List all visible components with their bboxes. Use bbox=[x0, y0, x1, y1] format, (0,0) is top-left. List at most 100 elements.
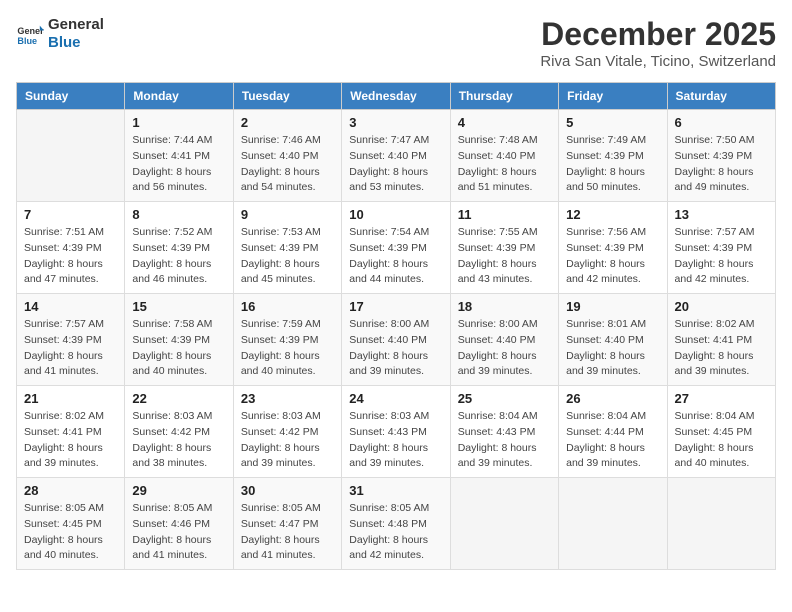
day-number: 11 bbox=[458, 207, 551, 222]
day-cell bbox=[17, 110, 125, 202]
day-cell bbox=[559, 478, 667, 570]
page-header: General Blue General Blue December 2025 … bbox=[16, 16, 776, 70]
calendar-table: SundayMondayTuesdayWednesdayThursdayFrid… bbox=[16, 82, 776, 570]
day-number: 26 bbox=[566, 391, 659, 406]
day-cell: 2 Sunrise: 7:46 AM Sunset: 4:40 PM Dayli… bbox=[233, 110, 341, 202]
day-info: Sunrise: 7:55 AM Sunset: 4:39 PM Dayligh… bbox=[458, 225, 551, 288]
logo: General Blue General Blue bbox=[16, 16, 104, 52]
day-number: 9 bbox=[241, 207, 334, 222]
logo-blue: Blue bbox=[48, 34, 104, 52]
day-info: Sunrise: 7:50 AM Sunset: 4:39 PM Dayligh… bbox=[675, 133, 768, 196]
day-number: 30 bbox=[241, 483, 334, 498]
week-row-3: 14 Sunrise: 7:57 AM Sunset: 4:39 PM Dayl… bbox=[17, 294, 776, 386]
day-cell: 3 Sunrise: 7:47 AM Sunset: 4:40 PM Dayli… bbox=[342, 110, 450, 202]
day-cell: 30 Sunrise: 8:05 AM Sunset: 4:47 PM Dayl… bbox=[233, 478, 341, 570]
day-info: Sunrise: 7:59 AM Sunset: 4:39 PM Dayligh… bbox=[241, 317, 334, 380]
day-info: Sunrise: 8:03 AM Sunset: 4:42 PM Dayligh… bbox=[132, 409, 225, 472]
day-number: 2 bbox=[241, 115, 334, 130]
day-cell: 4 Sunrise: 7:48 AM Sunset: 4:40 PM Dayli… bbox=[450, 110, 558, 202]
logo-general: General bbox=[48, 16, 104, 34]
day-number: 27 bbox=[675, 391, 768, 406]
dow-header-thursday: Thursday bbox=[450, 83, 558, 110]
day-number: 17 bbox=[349, 299, 442, 314]
day-number: 25 bbox=[458, 391, 551, 406]
day-info: Sunrise: 7:46 AM Sunset: 4:40 PM Dayligh… bbox=[241, 133, 334, 196]
day-number: 29 bbox=[132, 483, 225, 498]
day-cell: 24 Sunrise: 8:03 AM Sunset: 4:43 PM Dayl… bbox=[342, 386, 450, 478]
day-info: Sunrise: 8:03 AM Sunset: 4:42 PM Dayligh… bbox=[241, 409, 334, 472]
day-info: Sunrise: 8:00 AM Sunset: 4:40 PM Dayligh… bbox=[349, 317, 442, 380]
day-number: 13 bbox=[675, 207, 768, 222]
day-cell: 14 Sunrise: 7:57 AM Sunset: 4:39 PM Dayl… bbox=[17, 294, 125, 386]
day-number: 10 bbox=[349, 207, 442, 222]
day-cell: 28 Sunrise: 8:05 AM Sunset: 4:45 PM Dayl… bbox=[17, 478, 125, 570]
calendar-body: 1 Sunrise: 7:44 AM Sunset: 4:41 PM Dayli… bbox=[17, 110, 776, 570]
week-row-5: 28 Sunrise: 8:05 AM Sunset: 4:45 PM Dayl… bbox=[17, 478, 776, 570]
dow-header-friday: Friday bbox=[559, 83, 667, 110]
day-info: Sunrise: 8:02 AM Sunset: 4:41 PM Dayligh… bbox=[24, 409, 117, 472]
day-number: 12 bbox=[566, 207, 659, 222]
day-info: Sunrise: 8:04 AM Sunset: 4:44 PM Dayligh… bbox=[566, 409, 659, 472]
month-title: December 2025 bbox=[540, 16, 776, 53]
logo-icon: General Blue bbox=[16, 20, 44, 48]
day-cell: 25 Sunrise: 8:04 AM Sunset: 4:43 PM Dayl… bbox=[450, 386, 558, 478]
dow-header-tuesday: Tuesday bbox=[233, 83, 341, 110]
day-cell: 11 Sunrise: 7:55 AM Sunset: 4:39 PM Dayl… bbox=[450, 202, 558, 294]
dow-header-monday: Monday bbox=[125, 83, 233, 110]
day-cell: 10 Sunrise: 7:54 AM Sunset: 4:39 PM Dayl… bbox=[342, 202, 450, 294]
day-number: 28 bbox=[24, 483, 117, 498]
day-cell: 17 Sunrise: 8:00 AM Sunset: 4:40 PM Dayl… bbox=[342, 294, 450, 386]
day-info: Sunrise: 7:48 AM Sunset: 4:40 PM Dayligh… bbox=[458, 133, 551, 196]
day-cell: 13 Sunrise: 7:57 AM Sunset: 4:39 PM Dayl… bbox=[667, 202, 775, 294]
dow-header-sunday: Sunday bbox=[17, 83, 125, 110]
day-info: Sunrise: 7:54 AM Sunset: 4:39 PM Dayligh… bbox=[349, 225, 442, 288]
day-info: Sunrise: 7:53 AM Sunset: 4:39 PM Dayligh… bbox=[241, 225, 334, 288]
day-cell: 7 Sunrise: 7:51 AM Sunset: 4:39 PM Dayli… bbox=[17, 202, 125, 294]
day-info: Sunrise: 8:05 AM Sunset: 4:45 PM Dayligh… bbox=[24, 501, 117, 564]
day-number: 8 bbox=[132, 207, 225, 222]
day-cell: 9 Sunrise: 7:53 AM Sunset: 4:39 PM Dayli… bbox=[233, 202, 341, 294]
day-number: 22 bbox=[132, 391, 225, 406]
day-number: 31 bbox=[349, 483, 442, 498]
week-row-1: 1 Sunrise: 7:44 AM Sunset: 4:41 PM Dayli… bbox=[17, 110, 776, 202]
day-cell: 20 Sunrise: 8:02 AM Sunset: 4:41 PM Dayl… bbox=[667, 294, 775, 386]
day-cell: 31 Sunrise: 8:05 AM Sunset: 4:48 PM Dayl… bbox=[342, 478, 450, 570]
day-info: Sunrise: 7:56 AM Sunset: 4:39 PM Dayligh… bbox=[566, 225, 659, 288]
day-info: Sunrise: 7:57 AM Sunset: 4:39 PM Dayligh… bbox=[24, 317, 117, 380]
day-cell: 27 Sunrise: 8:04 AM Sunset: 4:45 PM Dayl… bbox=[667, 386, 775, 478]
day-number: 20 bbox=[675, 299, 768, 314]
day-info: Sunrise: 7:51 AM Sunset: 4:39 PM Dayligh… bbox=[24, 225, 117, 288]
day-cell: 19 Sunrise: 8:01 AM Sunset: 4:40 PM Dayl… bbox=[559, 294, 667, 386]
day-info: Sunrise: 7:58 AM Sunset: 4:39 PM Dayligh… bbox=[132, 317, 225, 380]
day-number: 6 bbox=[675, 115, 768, 130]
day-number: 15 bbox=[132, 299, 225, 314]
day-info: Sunrise: 8:05 AM Sunset: 4:48 PM Dayligh… bbox=[349, 501, 442, 564]
day-cell: 8 Sunrise: 7:52 AM Sunset: 4:39 PM Dayli… bbox=[125, 202, 233, 294]
day-info: Sunrise: 8:00 AM Sunset: 4:40 PM Dayligh… bbox=[458, 317, 551, 380]
day-cell: 23 Sunrise: 8:03 AM Sunset: 4:42 PM Dayl… bbox=[233, 386, 341, 478]
svg-text:Blue: Blue bbox=[17, 36, 37, 46]
day-info: Sunrise: 7:52 AM Sunset: 4:39 PM Dayligh… bbox=[132, 225, 225, 288]
week-row-2: 7 Sunrise: 7:51 AM Sunset: 4:39 PM Dayli… bbox=[17, 202, 776, 294]
dow-header-saturday: Saturday bbox=[667, 83, 775, 110]
day-info: Sunrise: 8:02 AM Sunset: 4:41 PM Dayligh… bbox=[675, 317, 768, 380]
day-number: 7 bbox=[24, 207, 117, 222]
day-number: 24 bbox=[349, 391, 442, 406]
day-cell: 16 Sunrise: 7:59 AM Sunset: 4:39 PM Dayl… bbox=[233, 294, 341, 386]
day-number: 23 bbox=[241, 391, 334, 406]
day-info: Sunrise: 7:57 AM Sunset: 4:39 PM Dayligh… bbox=[675, 225, 768, 288]
day-number: 5 bbox=[566, 115, 659, 130]
day-number: 21 bbox=[24, 391, 117, 406]
day-info: Sunrise: 8:05 AM Sunset: 4:46 PM Dayligh… bbox=[132, 501, 225, 564]
day-number: 4 bbox=[458, 115, 551, 130]
day-cell: 18 Sunrise: 8:00 AM Sunset: 4:40 PM Dayl… bbox=[450, 294, 558, 386]
calendar-title-area: December 2025 Riva San Vitale, Ticino, S… bbox=[540, 16, 776, 70]
day-info: Sunrise: 8:04 AM Sunset: 4:43 PM Dayligh… bbox=[458, 409, 551, 472]
days-of-week-row: SundayMondayTuesdayWednesdayThursdayFrid… bbox=[17, 83, 776, 110]
day-info: Sunrise: 8:01 AM Sunset: 4:40 PM Dayligh… bbox=[566, 317, 659, 380]
day-cell: 29 Sunrise: 8:05 AM Sunset: 4:46 PM Dayl… bbox=[125, 478, 233, 570]
day-info: Sunrise: 8:03 AM Sunset: 4:43 PM Dayligh… bbox=[349, 409, 442, 472]
day-number: 14 bbox=[24, 299, 117, 314]
day-cell: 12 Sunrise: 7:56 AM Sunset: 4:39 PM Dayl… bbox=[559, 202, 667, 294]
day-number: 19 bbox=[566, 299, 659, 314]
